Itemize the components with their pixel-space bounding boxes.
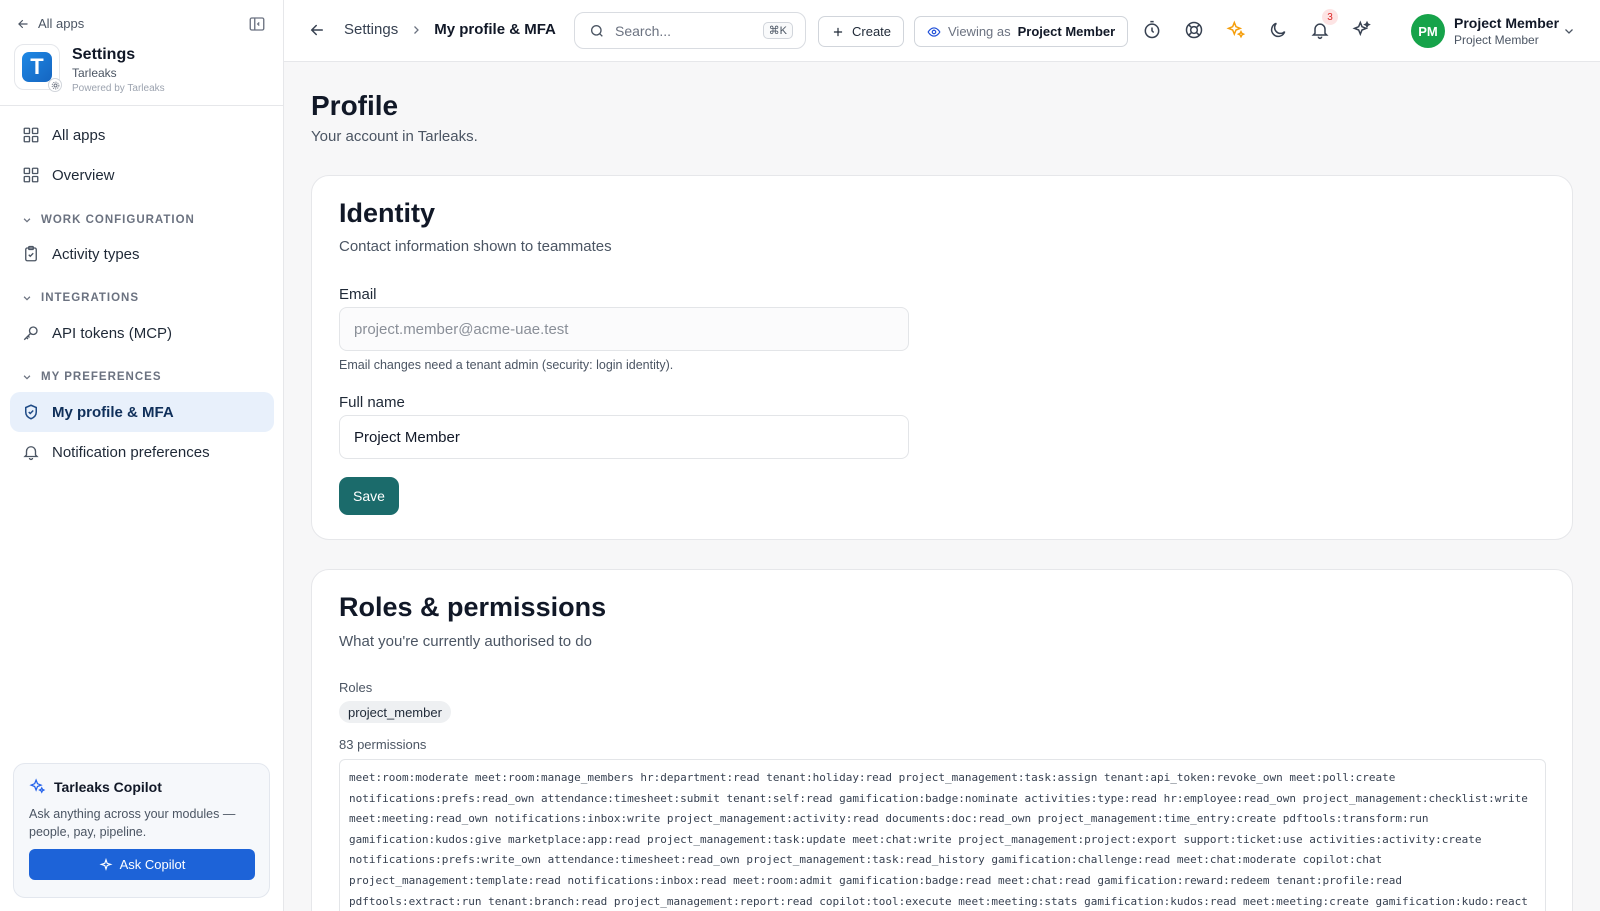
user-role: Project Member <box>1454 33 1539 47</box>
ask-copilot-button[interactable]: Ask Copilot <box>29 849 255 880</box>
sidebar-item-all-apps[interactable]: All apps <box>10 115 274 155</box>
sidebar-item-label: Activity types <box>52 245 140 263</box>
search-shortcut: ⌘K <box>762 22 793 39</box>
identity-card: Identity Contact information shown to te… <box>311 175 1573 540</box>
app-logo-letter: T <box>22 52 52 82</box>
topbar: Settings My profile & MFA ⌘K Create View… <box>284 0 1600 62</box>
sidebar-item-my-profile-mfa[interactable]: My profile & MFA <box>10 392 274 432</box>
section-label: INTEGRATIONS <box>41 292 140 304</box>
sidebar-divider <box>0 105 284 106</box>
permissions-count: 83 permissions <box>339 737 427 752</box>
breadcrumb: Settings My profile & MFA <box>344 21 556 38</box>
page-subtitle: Your account in Tarleaks. <box>311 128 478 145</box>
bell-icon <box>23 446 39 461</box>
sidebar: All apps T Settings Tarleaks Powered by … <box>0 0 284 911</box>
role-chip: project_member <box>339 701 451 723</box>
back-to-all-apps-link[interactable]: All apps <box>16 16 84 31</box>
email-hint: Email changes need a tenant admin (secur… <box>339 358 674 372</box>
sidebar-item-activity-types[interactable]: Activity types <box>10 234 274 274</box>
back-to-all-apps-label: All apps <box>38 16 85 31</box>
email-label: Email <box>339 286 377 303</box>
viewing-as-button[interactable]: Viewing as Project Member <box>914 16 1129 47</box>
shield-check-icon <box>25 404 37 420</box>
sidebar-item-notification-preferences[interactable]: Notification preferences <box>10 432 274 472</box>
sidebar-item-label: All apps <box>52 126 106 144</box>
sparkles-icon[interactable] <box>1226 20 1246 40</box>
sidebar-item-label: Notification preferences <box>52 443 210 461</box>
chevron-down-icon[interactable] <box>1563 25 1575 37</box>
user-avatar[interactable]: PM <box>1411 14 1445 48</box>
copilot-card: Tarleaks Copilot Ask anything across you… <box>13 763 270 898</box>
timer-icon[interactable] <box>1142 20 1162 40</box>
notification-count-badge: 3 <box>1322 9 1338 25</box>
full-name-label: Full name <box>339 394 405 411</box>
help-icon[interactable] <box>1184 20 1204 40</box>
create-label: Create <box>852 24 892 39</box>
identity-subtitle: Contact information shown to teammates <box>339 238 612 255</box>
chevron-down-icon <box>23 218 31 223</box>
app-title: Settings <box>72 46 136 63</box>
copilot-description: Ask anything across your modules — peopl… <box>29 807 236 839</box>
sidebar-item-label: API tokens (MCP) <box>52 324 173 342</box>
sidebar-item-overview[interactable]: Overview <box>10 155 274 195</box>
arrow-left-icon <box>18 19 28 28</box>
sidebar-item-api-tokens[interactable]: API tokens (MCP) <box>10 313 274 353</box>
page-title: Profile <box>311 90 399 121</box>
sidebar-item-label: Overview <box>52 166 115 184</box>
roles-subtitle: What you're currently authorised to do <box>339 633 592 650</box>
moon-icon[interactable] <box>1268 20 1288 40</box>
identity-title: Identity <box>339 198 436 228</box>
roles-title: Roles & permissions <box>339 592 607 622</box>
breadcrumb-settings[interactable]: Settings <box>344 21 398 38</box>
eye-icon <box>927 26 941 37</box>
section-integrations[interactable]: INTEGRATIONS <box>22 292 139 304</box>
breadcrumb-current: My profile & MFA <box>434 21 556 38</box>
sidebar-item-label: My profile & MFA <box>52 403 174 421</box>
grid-icon <box>23 167 39 183</box>
chevron-down-icon <box>23 296 31 301</box>
section-label: WORK CONFIGURATION <box>41 214 195 226</box>
section-label: MY PREFERENCES <box>41 371 162 383</box>
sidebar-collapse-icon[interactable] <box>248 15 266 33</box>
viewing-as-value: Project Member <box>1017 24 1116 39</box>
grid-icon <box>23 127 39 143</box>
key-icon <box>23 326 38 341</box>
section-work-configuration[interactable]: WORK CONFIGURATION <box>22 214 195 226</box>
clipboard-check-icon <box>25 245 37 262</box>
permissions-list[interactable]: meet:room:moderate meet:room:manage_memb… <box>339 759 1546 911</box>
section-my-preferences[interactable]: MY PREFERENCES <box>22 371 162 383</box>
plus-icon <box>833 27 843 36</box>
chevron-down-icon <box>23 375 31 380</box>
ask-copilot-label: Ask Copilot <box>119 857 186 872</box>
create-button[interactable]: Create <box>818 16 905 47</box>
roles-label: Roles <box>339 680 373 695</box>
sparkle-icon <box>99 857 113 871</box>
copilot-title: Tarleaks Copilot <box>54 778 162 795</box>
gear-icon <box>48 78 62 92</box>
search-icon <box>591 24 603 37</box>
app-brand: T Settings Tarleaks Powered by Tarleaks <box>14 44 165 94</box>
app-logo: T <box>14 44 62 92</box>
viewing-as-label: Viewing as <box>948 24 1011 39</box>
user-name: Project Member <box>1454 15 1560 31</box>
sparkle-icon <box>29 778 46 794</box>
tenant-name: Tarleaks <box>72 66 117 80</box>
full-name-field[interactable] <box>339 415 909 459</box>
ai-sparkle-icon[interactable] <box>1352 20 1372 40</box>
search-input[interactable] <box>615 22 755 39</box>
email-field[interactable] <box>339 307 909 351</box>
user-menu[interactable]: Project Member Project Member <box>1454 15 1559 47</box>
search-box: ⌘K <box>574 12 806 49</box>
powered-by: Powered by Tarleaks <box>72 83 165 94</box>
chevron-right-icon <box>414 25 420 34</box>
roles-permissions-card: Roles & permissions What you're currentl… <box>311 569 1573 911</box>
back-arrow-icon[interactable] <box>308 21 326 39</box>
save-button[interactable]: Save <box>339 477 399 515</box>
